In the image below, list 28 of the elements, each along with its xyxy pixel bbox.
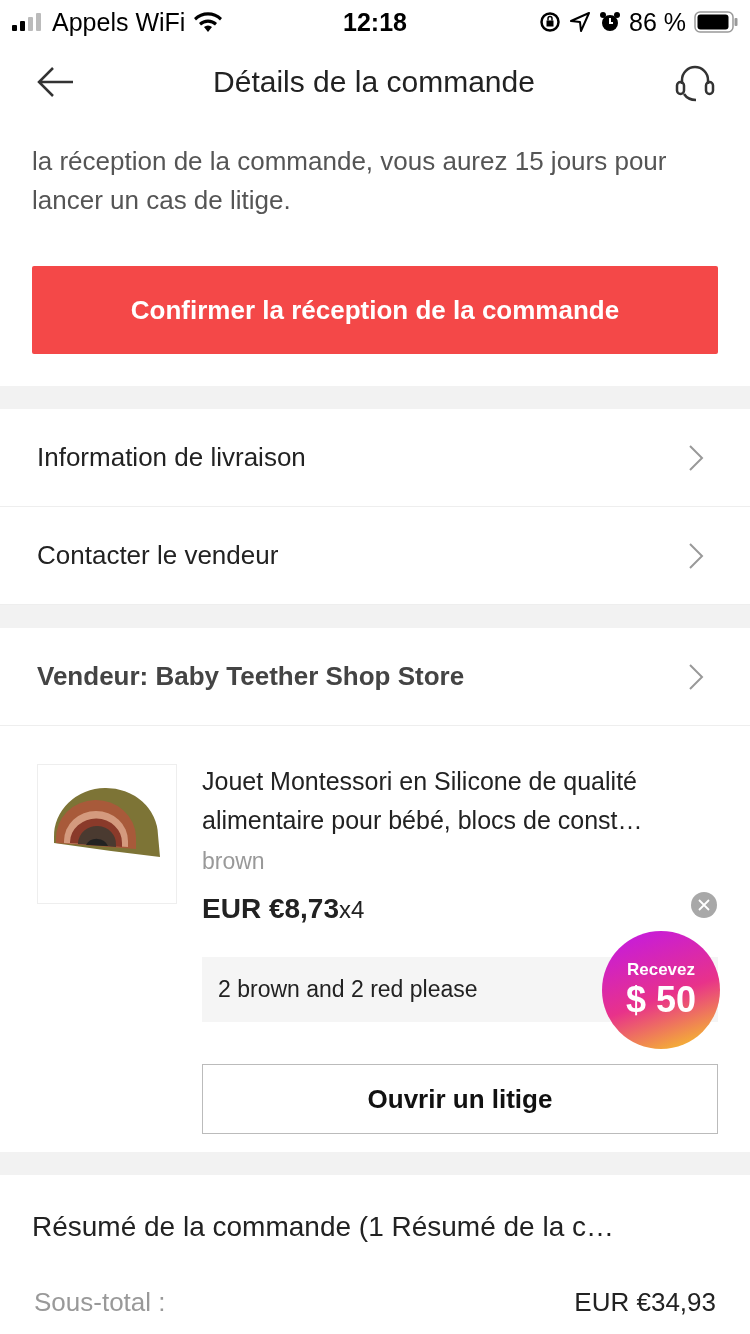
- promo-badge[interactable]: Recevez $ 50: [602, 931, 720, 1049]
- product-title[interactable]: Jouet Montessori en Silicone de qualité alimentaire pour bébé, blocs de const…: [202, 762, 718, 840]
- confirm-receipt-button[interactable]: Confirmer la réception de la commande: [32, 266, 718, 354]
- signal-icon: [12, 13, 44, 31]
- product-variant: brown: [202, 848, 266, 875]
- dispute-notice: la réception de la commande, vous aurez 15 jours pour lancer un cas de litige.: [32, 145, 668, 217]
- chevron-right-icon: [688, 443, 704, 472]
- clock-time: 12:18: [343, 7, 407, 37]
- open-dispute-button[interactable]: Ouvrir un litige: [202, 1064, 718, 1134]
- wifi-icon: [193, 11, 224, 33]
- product-quantity: x4: [338, 896, 365, 923]
- summary-label: Sous-total :: [34, 1287, 166, 1318]
- seller-name: Vendeur: Baby Teether Shop Store: [37, 661, 466, 692]
- location-arrow-icon: [569, 11, 592, 33]
- alarm-clock-icon: [599, 11, 622, 33]
- row-label: Information de livraison: [37, 442, 307, 473]
- chevron-right-icon: [688, 541, 704, 570]
- chevron-right-icon: [688, 662, 704, 691]
- battery-icon: [694, 11, 738, 33]
- summary-value: EUR €34,93: [574, 1287, 716, 1318]
- rotation-lock-icon: [539, 11, 562, 33]
- row-label: Contacter le vendeur: [37, 540, 280, 571]
- back-arrow-icon[interactable]: [36, 66, 74, 98]
- page-title: Détails de la commande: [212, 65, 536, 99]
- summary-title: Résumé de la commande (1 Résumé de la c…: [31, 1210, 616, 1244]
- battery-percent: 86 %: [629, 7, 686, 37]
- carrier-label: Appels WiFi: [52, 7, 186, 37]
- product-price: EUR €8,73: [202, 893, 339, 924]
